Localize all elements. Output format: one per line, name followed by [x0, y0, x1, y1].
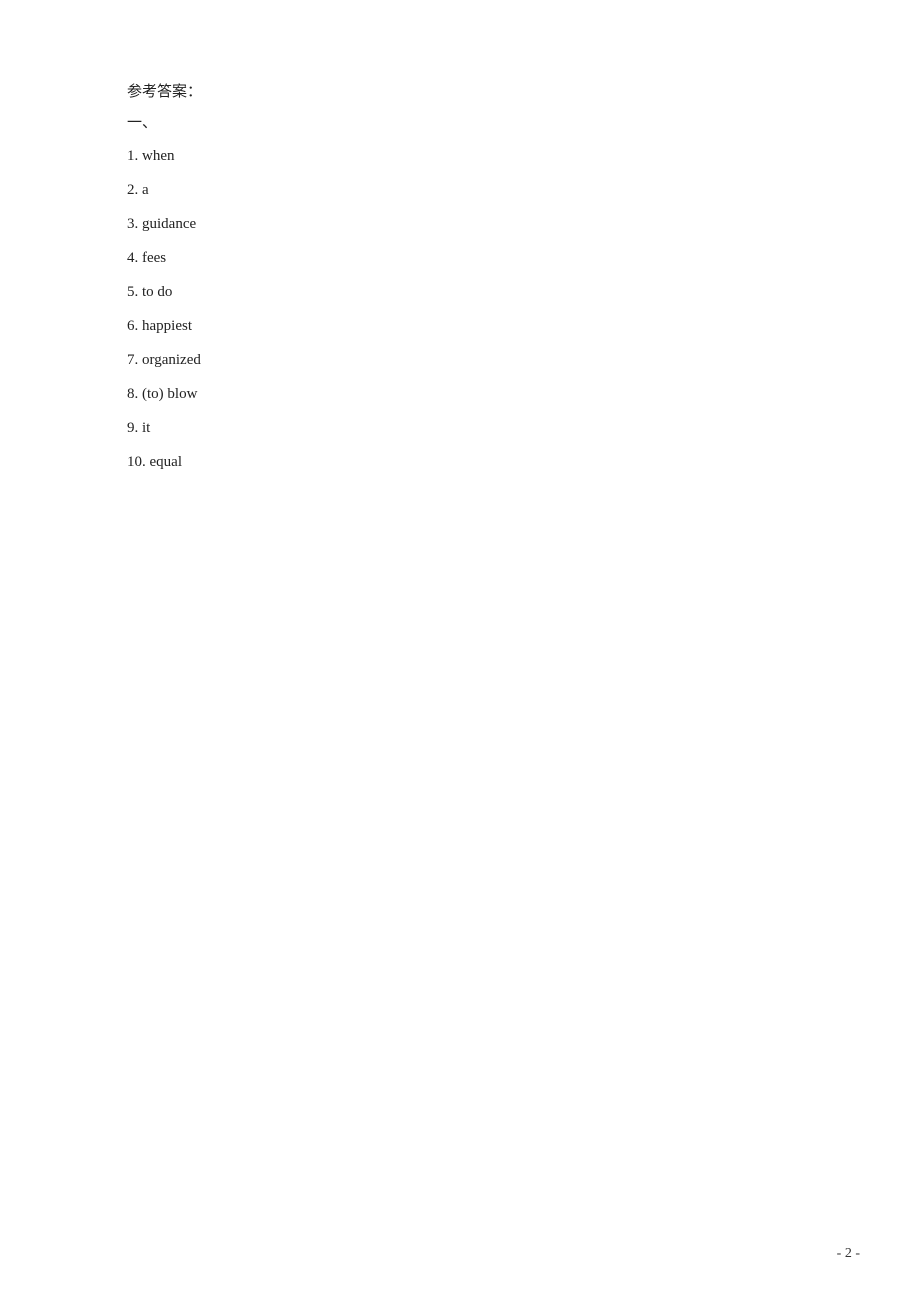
sub-title: 一、 — [127, 111, 793, 132]
answer-text: happiest — [142, 318, 192, 334]
answer-number: 2. — [127, 182, 142, 198]
list-item: 5. to do — [127, 280, 793, 304]
list-item: 1. when — [127, 144, 793, 168]
list-item: 6. happiest — [127, 314, 793, 338]
answer-text: equal — [150, 454, 182, 470]
list-item: 4. fees — [127, 246, 793, 270]
answer-text: when — [142, 148, 175, 164]
answer-number: 1. — [127, 148, 142, 164]
answer-number: 6. — [127, 318, 142, 334]
list-item: 7. organized — [127, 348, 793, 372]
page: 参考答案： 一、 1. when 2. a 3. guidance 4. fees 5.… — [0, 0, 920, 1302]
list-item: 10. equal — [127, 450, 793, 474]
list-item: 9. it — [127, 416, 793, 440]
answer-number: 5. — [127, 284, 142, 300]
answer-text: guidance — [142, 216, 196, 232]
answer-list: 1. when 2. a 3. guidance 4. fees 5. to do 6. … — [127, 144, 793, 474]
list-item: 8. (to) blow — [127, 382, 793, 406]
list-item: 2. a — [127, 178, 793, 202]
answer-number: 8. — [127, 386, 142, 402]
answer-text: (to) blow — [142, 386, 197, 402]
answer-text: a — [142, 182, 149, 198]
answer-number: 9. — [127, 420, 142, 436]
answer-number: 10. — [127, 454, 150, 470]
answer-number: 7. — [127, 352, 142, 368]
answer-text: organized — [142, 352, 201, 368]
section-title: 参考答案： — [127, 80, 793, 101]
answer-number: 4. — [127, 250, 142, 266]
list-item: 3. guidance — [127, 212, 793, 236]
answer-text: to do — [142, 284, 172, 300]
answer-text: it — [142, 420, 150, 436]
answer-text: fees — [142, 250, 166, 266]
page-number: - 2 - — [837, 1246, 860, 1262]
answer-number: 3. — [127, 216, 142, 232]
